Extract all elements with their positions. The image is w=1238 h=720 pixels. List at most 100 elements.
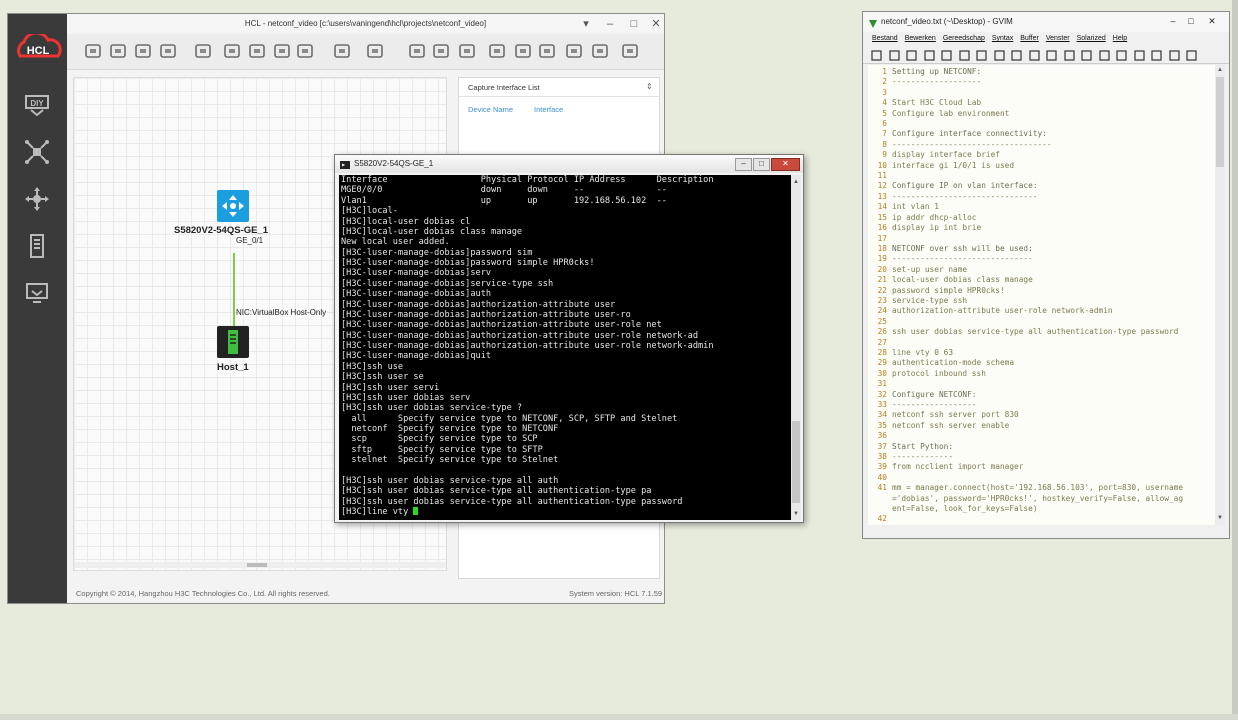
host-label[interactable]: Host_1 xyxy=(217,362,257,373)
add-shape-icon[interactable] xyxy=(457,41,477,61)
tags-icon[interactable] xyxy=(1151,48,1162,61)
print-icon[interactable] xyxy=(923,48,935,61)
save-icon[interactable] xyxy=(133,41,153,61)
screenshot-icon[interactable] xyxy=(193,41,213,61)
diy-icon[interactable]: DIY xyxy=(24,92,50,118)
terminal-scroll-thumb[interactable] xyxy=(792,421,800,503)
panel-collapse-icon[interactable]: ⇕ xyxy=(646,82,653,91)
editor-line: 19 ------------------------------ xyxy=(868,254,1215,264)
settings-icon[interactable] xyxy=(513,41,533,61)
redo-icon[interactable] xyxy=(958,48,970,61)
find-icon[interactable] xyxy=(1028,48,1040,61)
close-button[interactable]: ✕ xyxy=(649,17,663,31)
cmd-icon[interactable] xyxy=(537,41,557,61)
gvim-scrollbar[interactable]: ▲ ▼ xyxy=(1215,65,1225,525)
terminal-console[interactable]: Interface Physical Protocol IP Address D… xyxy=(339,175,791,520)
line-number: 9 xyxy=(882,150,887,160)
editor-line: 25 xyxy=(868,317,1215,327)
export-icon[interactable] xyxy=(158,41,178,61)
delete-icon[interactable] xyxy=(222,41,242,61)
minimize-button[interactable]: – xyxy=(1165,15,1181,27)
stop-icon[interactable] xyxy=(365,41,385,61)
menu-syntax[interactable]: Syntax xyxy=(992,32,1013,45)
scroll-up-icon[interactable]: ▲ xyxy=(792,179,800,185)
editor-line: 3 xyxy=(868,88,1215,98)
host-icon[interactable] xyxy=(217,326,249,358)
column-interface[interactable]: Interface xyxy=(534,105,563,114)
line-text: ------------------ xyxy=(892,400,977,409)
line-text: Configure lab environment xyxy=(892,108,1010,118)
menu-solarized[interactable]: Solarized xyxy=(1077,32,1106,45)
paste-icon[interactable] xyxy=(1011,48,1022,61)
canvas-hscroll-thumb[interactable] xyxy=(247,563,267,567)
gvim-window: netconf_video.txt (~\Desktop) - GVIM – □… xyxy=(862,11,1230,539)
add-text-icon[interactable] xyxy=(431,41,451,61)
scroll-down-icon[interactable]: ▼ xyxy=(792,511,800,517)
menu-help[interactable]: Help xyxy=(1113,32,1127,45)
terminal-scrollbar[interactable]: ▲ ▼ xyxy=(791,175,801,520)
line-number: 3 xyxy=(882,87,887,97)
zoom-in-icon[interactable] xyxy=(272,41,292,61)
editor-line: 8 ---------------------------------- xyxy=(868,140,1215,150)
scroll-down-icon[interactable]: ▼ xyxy=(1217,515,1223,521)
load-session-icon[interactable] xyxy=(1081,48,1092,61)
find-next-icon[interactable] xyxy=(1046,48,1057,61)
maximize-button[interactable]: □ xyxy=(753,158,770,171)
minimize-button[interactable]: – xyxy=(603,17,617,31)
line-text: ssh user dobias service-type all authent… xyxy=(892,327,1179,337)
column-device-name[interactable]: Device Name xyxy=(468,105,513,114)
line-number: 25 xyxy=(877,316,887,326)
move-icon[interactable] xyxy=(24,186,50,212)
switch-label[interactable]: S5820V2-54QS-GE_1 xyxy=(174,225,314,236)
editor-line: 30 protocol inbound ssh xyxy=(868,369,1215,379)
save-icon[interactable] xyxy=(888,48,900,61)
minimize-button[interactable]: – xyxy=(735,158,752,171)
zoom-out-icon[interactable] xyxy=(295,41,315,61)
dropdown-icon[interactable]: ▾ xyxy=(579,17,593,31)
chat-icon[interactable] xyxy=(590,41,610,61)
close-button[interactable]: ✕ xyxy=(1203,15,1221,27)
gvim-text-buffer[interactable]: 1 Setting up NETCONF: 2 -------------------… xyxy=(868,65,1215,525)
run-script-icon[interactable] xyxy=(1116,48,1127,61)
start-icon[interactable] xyxy=(332,41,352,61)
menu-buffer[interactable]: Buffer xyxy=(1020,32,1039,45)
line-number: 28 xyxy=(877,347,887,357)
list-icon[interactable] xyxy=(407,41,427,61)
menu-venster[interactable]: Venster xyxy=(1046,32,1070,45)
cut-icon[interactable] xyxy=(976,48,987,61)
help-icon[interactable] xyxy=(564,41,584,61)
open-icon[interactable] xyxy=(108,41,128,61)
find-help-icon[interactable] xyxy=(1186,48,1197,61)
gvim-scroll-thumb[interactable] xyxy=(1216,77,1224,167)
grid-icon[interactable] xyxy=(247,41,267,61)
save-session-icon[interactable] xyxy=(1098,48,1110,61)
open-icon[interactable] xyxy=(871,48,882,61)
switch-icon[interactable] xyxy=(217,190,249,222)
find-prev-icon[interactable] xyxy=(1063,48,1075,61)
gvim-editor[interactable]: 1 Setting up NETCONF: 2 -------------------… xyxy=(868,65,1215,525)
undo-icon[interactable] xyxy=(941,48,952,61)
make-icon[interactable] xyxy=(1133,48,1145,61)
line-number: 29 xyxy=(877,358,887,368)
menu-bestand[interactable]: Bestand xyxy=(872,32,898,45)
close-button[interactable]: ✕ xyxy=(771,158,800,171)
gvim-menu-bar: Bestand Bewerken Gereedschap Syntax Buffer Ve… xyxy=(863,32,1229,45)
line-number: 39 xyxy=(877,462,887,472)
scroll-up-icon[interactable]: ▲ xyxy=(1217,67,1223,73)
topology-icon[interactable] xyxy=(24,139,50,165)
new-icon[interactable] xyxy=(83,41,103,61)
user-icon[interactable] xyxy=(620,41,640,61)
maximize-button[interactable]: □ xyxy=(627,17,641,31)
save-all-icon[interactable] xyxy=(906,48,917,61)
menu-bewerken[interactable]: Bewerken xyxy=(905,32,936,45)
monitor-icon[interactable] xyxy=(24,280,50,306)
capture-icon[interactable] xyxy=(487,41,507,61)
copy-icon[interactable] xyxy=(993,48,1005,61)
terminal-app-icon xyxy=(340,159,350,169)
maximize-button[interactable]: □ xyxy=(1183,15,1199,27)
device-icon[interactable] xyxy=(24,233,50,259)
help-icon[interactable] xyxy=(1168,48,1180,61)
editor-line: 12 Configure IP on vlan interface: xyxy=(868,181,1215,191)
canvas-hscrollbar[interactable] xyxy=(74,562,446,568)
menu-gereedschap[interactable]: Gereedschap xyxy=(943,32,985,45)
